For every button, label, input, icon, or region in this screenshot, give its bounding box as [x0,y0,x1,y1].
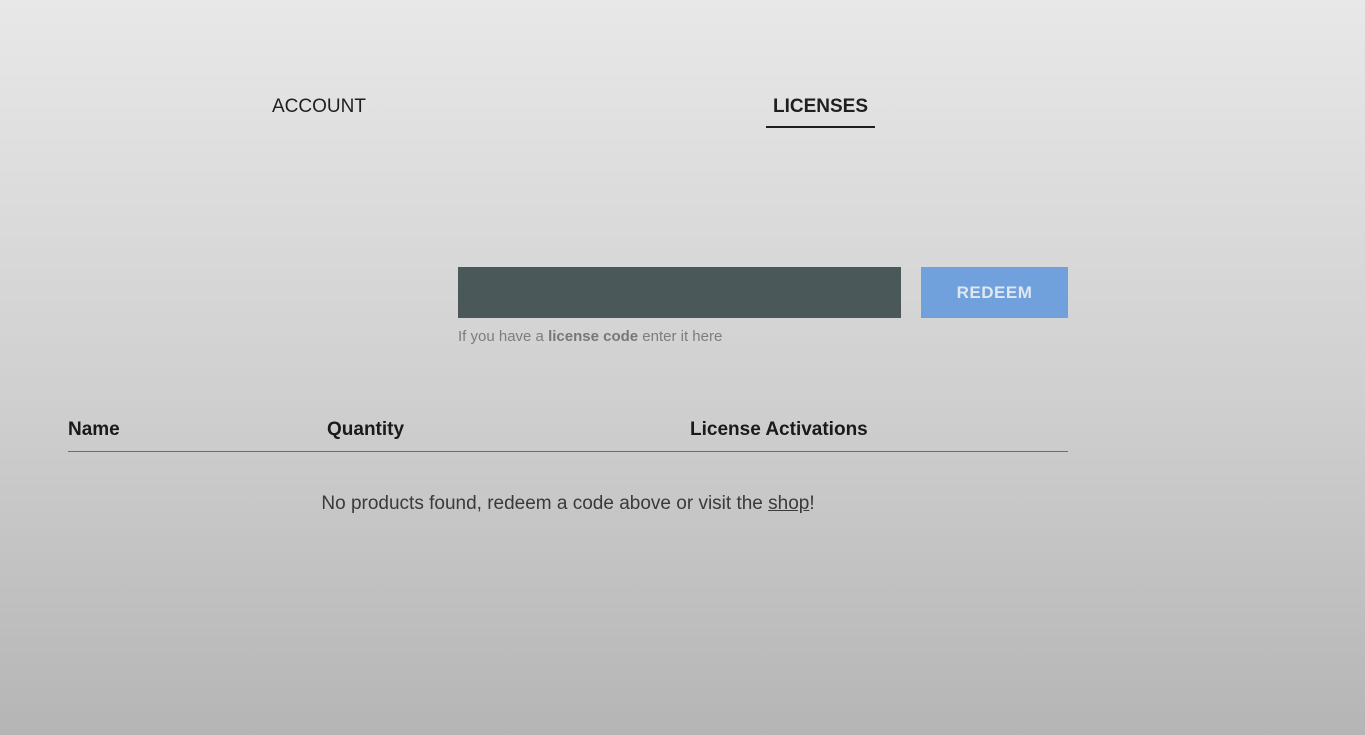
license-code-input[interactable] [458,267,901,318]
tab-licenses[interactable]: LICENSES [766,96,876,128]
license-code-hint: If you have a license code enter it here [458,328,722,345]
column-header-quantity: Quantity [327,419,405,440]
redeem-button[interactable]: REDEEM [921,267,1068,318]
hint-suffix: enter it here [638,328,723,345]
column-header-name: Name [68,419,120,440]
shop-link[interactable]: shop [768,493,809,514]
empty-state-message: No products found, redeem a code above o… [0,493,1136,515]
hint-prefix: If you have a [458,328,549,345]
column-header-license-activations: License Activations [690,419,868,440]
table-header-divider [68,451,1068,452]
tab-account[interactable]: ACCOUNT [272,96,366,118]
hint-bold: license code [548,328,639,345]
empty-suffix: ! [809,493,815,514]
empty-text: No products found, redeem a code above o… [321,493,769,514]
